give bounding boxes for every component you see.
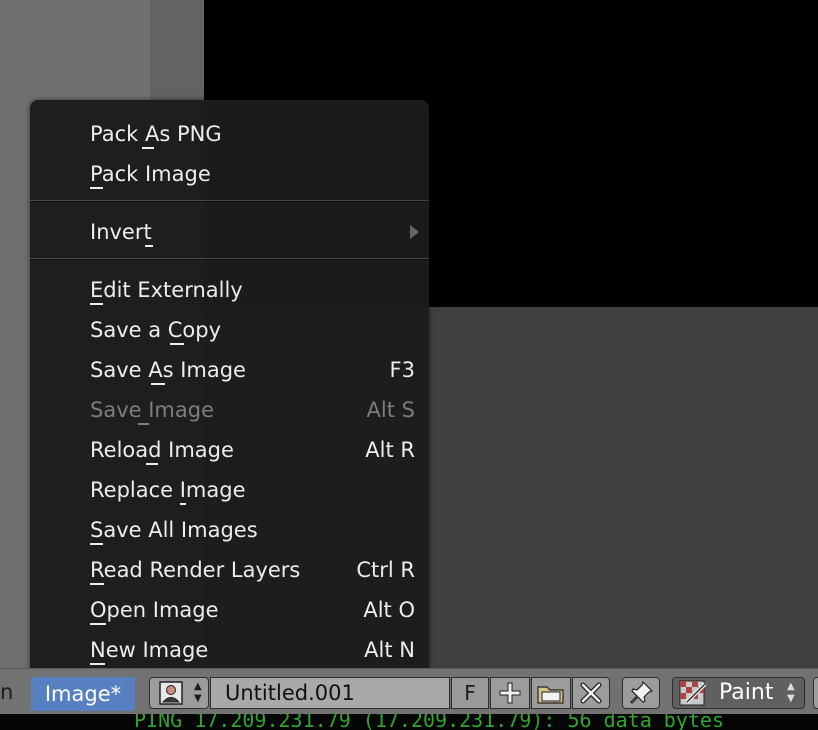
image-browse-button[interactable]: ▲ ▼ bbox=[149, 677, 209, 709]
mnemonic-underline bbox=[151, 383, 165, 385]
mnemonic-underline bbox=[90, 187, 103, 189]
menu-item-save-as-image[interactable]: Save As Image F3 bbox=[30, 350, 429, 390]
menu-item-save-a-copy[interactable]: Save a Copy bbox=[30, 310, 429, 350]
image-menu-popup: Pack As PNG Pack Image Invert Edit Exter… bbox=[30, 100, 429, 676]
mnemonic-underline bbox=[145, 245, 153, 247]
menu-separator bbox=[30, 200, 429, 202]
mnemonic-underline bbox=[90, 623, 106, 625]
mnemonic-underline bbox=[146, 463, 158, 465]
menu-item-edit-externally[interactable]: Edit Externally bbox=[30, 270, 429, 310]
menu-item-pack-image[interactable]: Pack Image bbox=[30, 154, 429, 194]
image-browse-icon bbox=[159, 681, 183, 705]
menu-item-shortcut: Alt S bbox=[366, 398, 415, 422]
menu-item-label: Read Render Layers bbox=[90, 558, 301, 582]
mnemonic-underline bbox=[138, 423, 149, 425]
submenu-arrow-icon bbox=[410, 225, 419, 239]
menu-item-label: New Image bbox=[90, 638, 209, 662]
menu-item-label: Replace Image bbox=[90, 478, 246, 502]
mnemonic-underline bbox=[170, 343, 184, 345]
menu-item-shortcut: F3 bbox=[389, 358, 415, 382]
paint-brush-icon bbox=[679, 680, 707, 706]
menu-item-open-image[interactable]: Open Image Alt O bbox=[30, 590, 429, 630]
mnemonic-underline bbox=[90, 303, 103, 305]
menu-item-label: Edit Externally bbox=[90, 278, 243, 302]
menu-item-invert[interactable]: Invert bbox=[30, 212, 429, 252]
menu-item-shortcut: Alt N bbox=[364, 638, 415, 662]
menu-item-shortcut: Alt R bbox=[365, 438, 415, 462]
menu-item-shortcut: Alt O bbox=[363, 598, 415, 622]
menu-item-shortcut: Ctrl R bbox=[356, 558, 415, 582]
down-arrow-icon: ▼ bbox=[194, 693, 202, 704]
mnemonic-underline bbox=[90, 543, 103, 545]
plus-icon bbox=[499, 682, 521, 704]
menu-item-label: Open Image bbox=[90, 598, 219, 622]
terminal-output: PING 17.209.231.79 (17.209.231.79): 56 d… bbox=[0, 714, 818, 730]
terminal-text: PING 17.209.231.79 (17.209.231.79): 56 d… bbox=[134, 714, 725, 730]
header-widget-edge[interactable] bbox=[813, 677, 818, 709]
menu-item-label: Save Image bbox=[90, 398, 214, 422]
down-arrow-icon: ▼ bbox=[787, 693, 795, 704]
menu-item-pack-as-png[interactable]: Pack As PNG bbox=[30, 114, 429, 154]
image-name-field[interactable]: Untitled.001 bbox=[210, 677, 450, 709]
menu-separator bbox=[30, 258, 429, 260]
mode-selector[interactable]: Paint ▲ ▼ bbox=[672, 677, 805, 709]
mnemonic-underline bbox=[180, 503, 186, 505]
pin-button[interactable] bbox=[622, 677, 660, 709]
new-image-button[interactable] bbox=[490, 677, 530, 709]
menu-item-new-image[interactable]: New Image Alt N bbox=[30, 630, 429, 670]
menu-item-read-render-layers[interactable]: Read Render Layers Ctrl R bbox=[30, 550, 429, 590]
menu-item-label: Reload Image bbox=[90, 438, 234, 462]
menu-item-replace-image[interactable]: Replace Image bbox=[30, 470, 429, 510]
up-arrow-icon: ▲ bbox=[194, 681, 202, 692]
menu-item-label: Pack Image bbox=[90, 162, 211, 186]
open-image-button[interactable] bbox=[531, 677, 571, 709]
image-menu-button[interactable]: Image* bbox=[31, 677, 135, 711]
folder-open-icon bbox=[537, 686, 564, 704]
menu-item-label: Pack As PNG bbox=[90, 122, 222, 146]
close-x-icon bbox=[580, 682, 602, 704]
menu-item-label: Save All Images bbox=[90, 518, 258, 542]
fake-user-button[interactable]: F bbox=[451, 677, 489, 709]
menu-item-save-image: Save Image Alt S bbox=[30, 390, 429, 430]
up-arrow-icon: ▲ bbox=[787, 681, 795, 692]
pin-icon bbox=[630, 680, 654, 704]
menu-item-label: Save a Copy bbox=[90, 318, 222, 342]
mode-label: Paint bbox=[719, 680, 774, 705]
mnemonic-underline bbox=[90, 583, 104, 585]
mnemonic-underline bbox=[90, 663, 105, 665]
unlink-image-button[interactable] bbox=[572, 677, 610, 709]
header-menu-fragment[interactable]: n bbox=[0, 680, 13, 704]
menu-item-label: Invert bbox=[90, 220, 152, 244]
menu-item-reload-image[interactable]: Reload Image Alt R bbox=[30, 430, 429, 470]
menu-item-label: Save As Image bbox=[90, 358, 246, 382]
mnemonic-underline bbox=[142, 147, 154, 149]
menu-item-save-all-images[interactable]: Save All Images bbox=[30, 510, 429, 550]
image-editor-header: n Image* ▲ ▼ Untitled.001 F Paint ▲ ▼ bbox=[0, 668, 818, 715]
